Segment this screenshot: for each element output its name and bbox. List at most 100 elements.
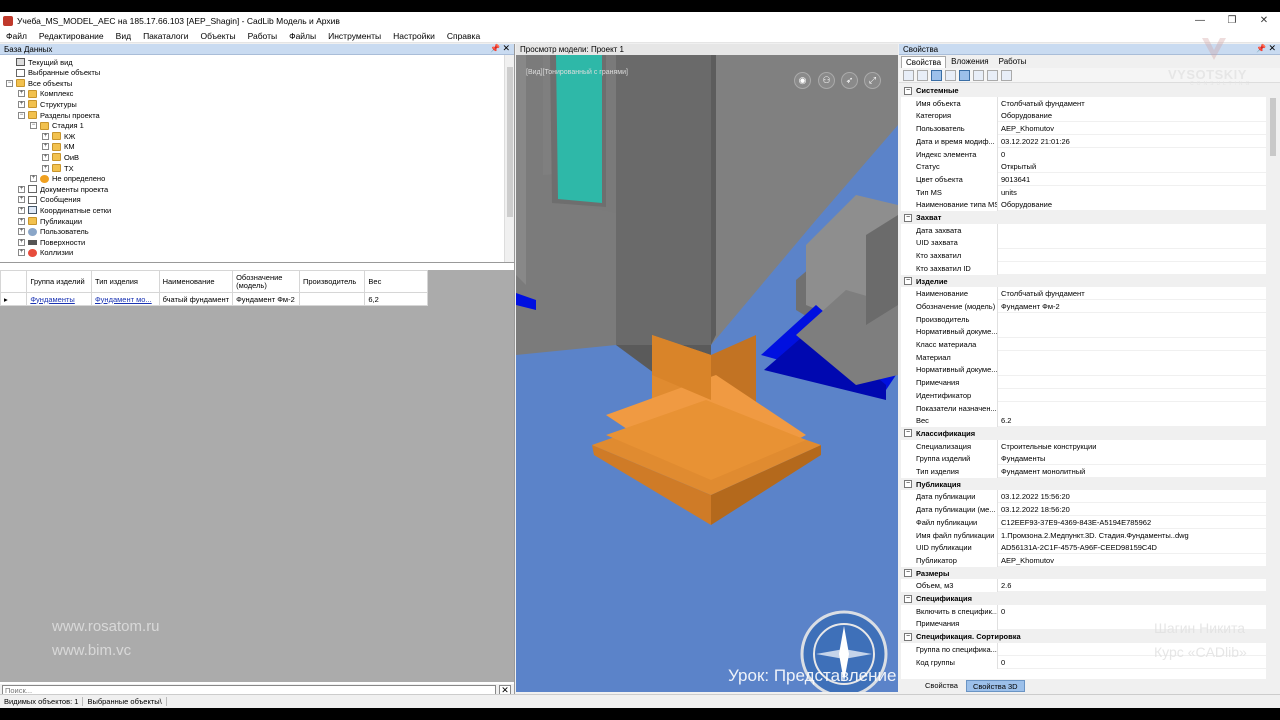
property-category[interactable]: − Публикация [901,477,1266,491]
tab-works[interactable]: Работы [994,55,1032,68]
property-row[interactable]: Пользователь AEP_Khomutov [901,122,1266,136]
expand-icon[interactable]: + [18,206,25,214]
tree-item[interactable]: + Публикации [18,216,82,226]
property-value[interactable] [998,236,1266,250]
filter-icon[interactable] [959,69,970,81]
property-row[interactable]: Статус Открытый [901,160,1266,174]
property-value[interactable] [998,401,1266,415]
tree-item[interactable]: + Поверхности [18,237,85,247]
settings-icon[interactable] [1001,69,1012,81]
close-icon[interactable]: ✕ [1268,43,1276,54]
property-row[interactable]: Дата публикации 03.12.2022 15:56:20 [901,490,1266,504]
property-row[interactable]: Вес 6.2 [901,414,1266,428]
tree-item[interactable]: +Текущий вид [6,57,73,67]
property-row[interactable]: Тип MS units [901,185,1266,199]
menu-tools[interactable]: Инструменты [328,31,381,41]
menu-works[interactable]: Работы [248,31,278,41]
property-value[interactable]: Оборудование [998,109,1266,123]
property-value[interactable]: Фундаменты [998,452,1266,466]
expand-icon[interactable]: + [18,249,25,257]
walk-icon[interactable]: ⚇ [818,72,835,89]
table-cell-link[interactable]: Фундамент мо... [90,292,160,306]
expand-icon[interactable]: + [18,196,25,204]
property-row[interactable]: Нормативный докуме... [901,363,1266,377]
collapse-icon[interactable]: − [30,122,37,130]
property-row[interactable]: Обозначение (модель) Фундамент Фм-2 [901,299,1266,313]
property-value[interactable]: 03.12.2022 18:56:20 [998,503,1266,517]
collapse-icon[interactable]: − [904,480,912,489]
tab-bottom-properties-3d[interactable]: Свойства 3D [965,680,1025,692]
tree-item[interactable]: +Выбранные объекты [6,68,100,78]
expand-icon[interactable]: + [18,90,25,98]
column-header[interactable]: Обозначение (модель) [232,270,300,293]
property-row[interactable]: Объем, м3 2.6 [901,579,1266,593]
property-category[interactable]: − Размеры [901,566,1266,580]
tree-item[interactable]: + Координатные сетки [18,205,111,215]
tab-properties[interactable]: Свойства [901,56,947,68]
expand-icon[interactable]: + [18,100,25,108]
property-category[interactable]: − Изделие [901,274,1266,288]
collapse-icon[interactable]: − [904,86,912,95]
property-row[interactable]: Тип изделия Фундамент монолитный [901,465,1266,478]
property-row[interactable]: Дата и время модиф... 03.12.2022 21:01:26 [901,134,1266,148]
tree-item[interactable]: − Разделы проекта [18,110,100,120]
tree-item[interactable]: + Структуры [18,99,77,109]
property-value[interactable]: AEP_Khomutov [998,122,1266,136]
property-value[interactable]: Открытый [998,160,1266,174]
property-value[interactable]: AEP_Khomutov [998,553,1266,567]
property-value[interactable]: 0 [998,147,1266,161]
property-value[interactable]: 1.Промзона.2.Медпункт.3D. Стадия.Фундаме… [998,528,1266,542]
properties-scrollbar[interactable] [1268,84,1278,679]
property-row[interactable]: UID захвата [901,236,1266,250]
collapse-icon[interactable]: − [904,429,912,438]
column-header[interactable]: Тип изделия [90,270,160,293]
expand-icon[interactable] [917,69,928,81]
property-value[interactable]: 9013641 [998,172,1266,186]
property-row[interactable]: Идентификатор [901,388,1266,402]
property-value[interactable]: 03.12.2022 15:56:20 [998,490,1266,504]
property-row[interactable]: Группа изделий Фундаменты [901,452,1266,466]
table-cell-link[interactable]: Фундаменты [26,292,92,306]
property-value[interactable] [998,388,1266,402]
property-value[interactable] [998,249,1266,263]
collapse-icon[interactable]: − [18,111,25,119]
pin-icon[interactable]: 📌 [490,44,500,53]
property-value[interactable] [998,338,1266,351]
property-value[interactable]: Столбчатый фундамент [998,96,1266,110]
property-value[interactable]: 0 [998,604,1266,618]
expand-icon[interactable]: + [18,228,25,236]
property-value[interactable]: AD56131A-2C1F-4575-A96F-CEED98159C4D [998,541,1266,555]
property-value[interactable]: 03.12.2022 21:01:26 [998,134,1266,148]
expand-icon[interactable]: + [42,143,49,151]
property-row[interactable]: Цвет объекта 9013641 [901,172,1266,186]
property-value[interactable] [998,350,1266,364]
property-row[interactable]: Наименование Столбчатый фундамент [901,287,1266,301]
collapse-icon[interactable]: − [6,79,13,87]
property-row[interactable]: Файл публикации C12EEF93-37E9-4369-843E-A… [901,515,1266,529]
menu-file[interactable]: Файл [6,31,27,41]
property-row[interactable]: Материал [901,350,1266,364]
expand-icon[interactable]: + [18,217,25,225]
property-row[interactable]: Наименование типа MS Оборудование [901,198,1266,212]
property-value[interactable]: C12EEF93-37E9-4369-843E-A5194E785962 [998,515,1266,529]
column-header[interactable]: Производитель [298,270,366,293]
tree-scrollbar[interactable] [504,55,514,262]
collapse-icon[interactable]: − [904,632,912,641]
property-value[interactable]: Фундамент монолитный [998,465,1266,478]
menu-objects[interactable]: Объекты [201,31,236,41]
menu-packages[interactable]: Пакаталоги [143,31,188,41]
column-header[interactable]: Группа изделий [26,270,92,293]
menu-view[interactable]: Вид [116,31,131,41]
property-value[interactable]: Фундамент Фм-2 [998,299,1266,313]
orbit-icon[interactable]: ⤢ [864,72,881,89]
tree-item[interactable]: − Все объекты [6,78,72,88]
column-header[interactable]: Наименование [158,270,234,293]
property-value[interactable] [998,312,1266,326]
tree-item[interactable]: + Сообщения [18,195,81,205]
property-row[interactable]: Включить в специфик... 0 [901,604,1266,618]
edit-icon[interactable] [973,69,984,81]
property-row[interactable]: Кто захватил ID [901,261,1266,275]
property-value[interactable] [998,363,1266,377]
table-cell[interactable]: 6,2 [364,292,428,306]
expand-icon[interactable]: + [42,164,49,172]
